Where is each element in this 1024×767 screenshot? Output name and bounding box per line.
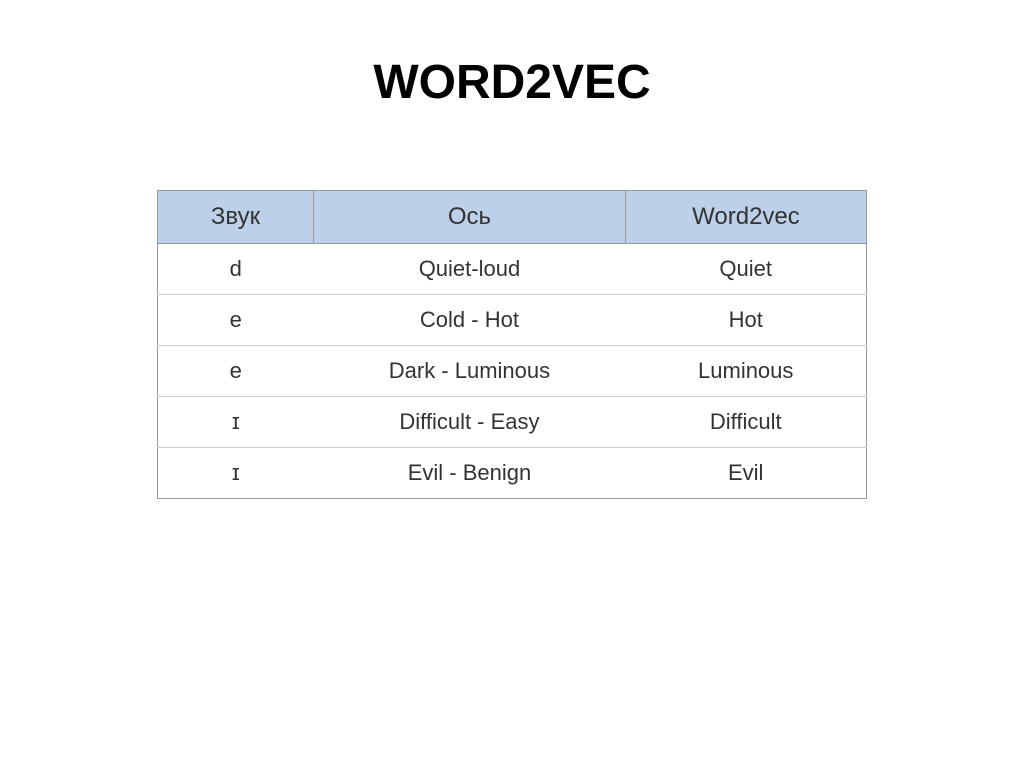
cell-sound: d [158,244,314,295]
table-row: e Cold - Hot Hot [158,295,867,346]
page-title: WORD2VEC [0,55,1024,110]
cell-sound: ɪ [158,397,314,448]
word2vec-table: Звук Ось Word2vec d Quiet-loud Quiet e C… [157,190,867,499]
cell-axis: Cold - Hot [313,295,625,346]
table-container: Звук Ось Word2vec d Quiet-loud Quiet e C… [0,190,1024,499]
cell-word2vec: Hot [625,295,866,346]
cell-word2vec: Evil [625,448,866,499]
cell-axis: Evil - Benign [313,448,625,499]
cell-word2vec: Quiet [625,244,866,295]
cell-axis: Quiet-loud [313,244,625,295]
header-axis: Ось [313,191,625,244]
table-header-row: Звук Ось Word2vec [158,191,867,244]
cell-word2vec: Difficult [625,397,866,448]
table-row: ɪ Evil - Benign Evil [158,448,867,499]
slide: WORD2VEC Звук Ось Word2vec d Quiet-loud … [0,0,1024,767]
table-row: ɪ Difficult - Easy Difficult [158,397,867,448]
cell-word2vec: Luminous [625,346,866,397]
cell-sound: e [158,346,314,397]
cell-sound: ɪ [158,448,314,499]
cell-axis: Difficult - Easy [313,397,625,448]
header-sound: Звук [158,191,314,244]
cell-sound: e [158,295,314,346]
table-row: e Dark - Luminous Luminous [158,346,867,397]
cell-axis: Dark - Luminous [313,346,625,397]
table-row: d Quiet-loud Quiet [158,244,867,295]
header-word2vec: Word2vec [625,191,866,244]
